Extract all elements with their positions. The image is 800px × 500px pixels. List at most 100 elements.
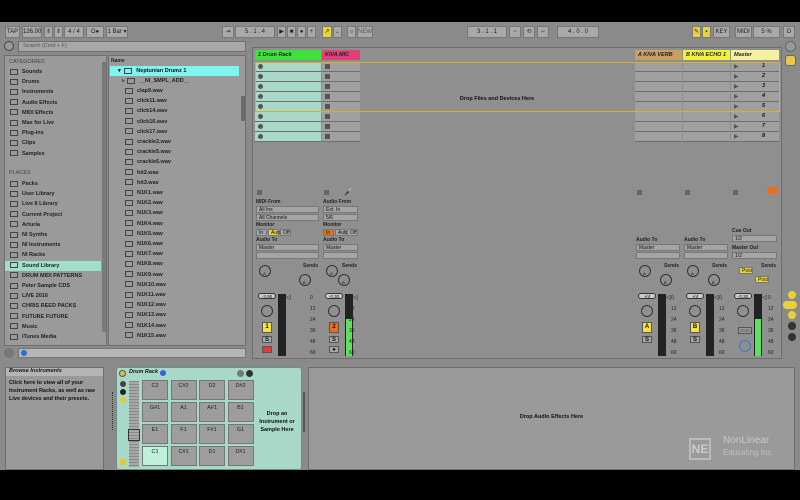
volume-fader-handle[interactable]: ◁ bbox=[666, 294, 671, 301]
monitor-auto-button[interactable]: Auto bbox=[268, 229, 281, 236]
drum-pad-a1[interactable]: A1 bbox=[170, 402, 197, 422]
file-item[interactable]: N1K8.wav bbox=[109, 259, 163, 269]
drum-pad-gsharp1[interactable]: G#1 bbox=[142, 402, 168, 422]
send-b-knob[interactable]: B bbox=[708, 274, 720, 286]
track-activator-button[interactable]: 2 bbox=[329, 322, 339, 333]
stop-clip-icon[interactable] bbox=[324, 190, 329, 195]
file-item[interactable]: N1K4.wav bbox=[109, 219, 163, 229]
track-header-kiva-mic[interactable]: KIVA MIC bbox=[322, 50, 360, 60]
pan-knob[interactable] bbox=[689, 305, 701, 317]
file-item[interactable]: clap9.wav bbox=[109, 86, 163, 96]
arrangement-position[interactable]: 5 . 1 . 4 bbox=[235, 26, 275, 38]
file-item[interactable]: N1K15.wav bbox=[109, 331, 166, 341]
sends-toggle-icon[interactable] bbox=[783, 301, 797, 309]
send-b-knob[interactable]: B bbox=[660, 274, 672, 286]
place-live-2016[interactable]: LIVE 2016 bbox=[5, 291, 101, 301]
clip-slot[interactable] bbox=[683, 102, 730, 112]
preview-icon[interactable] bbox=[21, 350, 27, 356]
scene-launch[interactable]: ▶ 4 bbox=[731, 92, 779, 102]
arm-button[interactable]: ● bbox=[329, 346, 339, 353]
nudge-down-button[interactable]: ǁ bbox=[44, 26, 53, 38]
file-item[interactable]: crackle5.wav bbox=[109, 147, 171, 157]
track-header-1-drum-rack[interactable]: 1 Drum Rack bbox=[255, 50, 321, 60]
device-save-icon[interactable] bbox=[246, 370, 253, 377]
solo-button[interactable]: S bbox=[690, 336, 700, 343]
session-record-icon[interactable]: ○ bbox=[347, 26, 356, 38]
solo-button[interactable]: S bbox=[262, 336, 272, 343]
loop-icon[interactable]: ⟲ bbox=[523, 26, 535, 38]
clip-slot[interactable] bbox=[322, 112, 360, 122]
file-item[interactable]: N1K3.wav bbox=[109, 208, 163, 218]
audio-to-dropdown[interactable]: Master bbox=[256, 244, 319, 251]
monitor-in-button[interactable]: In bbox=[323, 229, 334, 236]
stop-clip-icon[interactable] bbox=[637, 190, 642, 195]
key-map-button[interactable]: KEY bbox=[713, 26, 730, 38]
file-item[interactable]: click17.wav bbox=[109, 127, 167, 137]
volume-display[interactable]: -inf bbox=[686, 293, 704, 299]
audio-to-channel-dropdown[interactable] bbox=[636, 252, 680, 259]
pad-overview[interactable] bbox=[129, 381, 139, 467]
clip-slot[interactable] bbox=[322, 82, 360, 92]
auto-select-icon[interactable] bbox=[120, 459, 126, 465]
clip-slot[interactable] bbox=[255, 92, 321, 102]
stop-all-clips-icon[interactable] bbox=[733, 190, 738, 195]
track-header-b-kiva-echo-1[interactable]: B KIVA ECHO 1 bbox=[683, 50, 730, 60]
category-plug-ins[interactable]: Plug-ins bbox=[5, 128, 101, 138]
solo-button[interactable]: S bbox=[329, 336, 339, 343]
clip-slot[interactable] bbox=[683, 62, 730, 72]
track-activator-button[interactable]: A bbox=[642, 322, 652, 333]
clip-slot[interactable] bbox=[683, 132, 730, 142]
quantize-dropdown[interactable]: 1 Bar ▾ bbox=[106, 26, 128, 38]
send-b-knob[interactable]: B bbox=[299, 274, 311, 286]
audio-effects-drop-area[interactable]: Drop Audio Effects Here bbox=[308, 367, 795, 470]
pan-knob[interactable] bbox=[328, 305, 340, 317]
name-column-header[interactable]: Name bbox=[111, 58, 125, 64]
device-chain-icon[interactable] bbox=[237, 370, 244, 377]
category-drums[interactable]: Drums bbox=[5, 77, 101, 87]
drum-pad-csharp1[interactable]: C#1 bbox=[170, 446, 197, 466]
clip-slot[interactable] bbox=[255, 112, 321, 122]
file-list-scrollbar[interactable] bbox=[241, 96, 245, 121]
send-a-knob[interactable]: A bbox=[687, 265, 699, 277]
audio-to-channel-dropdown[interactable] bbox=[256, 252, 319, 259]
time-signature-field[interactable]: 4 / 4 bbox=[64, 26, 84, 38]
arm-button[interactable] bbox=[262, 346, 272, 353]
file-item[interactable]: hit2.wav bbox=[109, 168, 159, 178]
monitor-in-button[interactable]: In bbox=[256, 229, 267, 236]
category-instruments[interactable]: Instruments bbox=[5, 87, 101, 97]
punch-out-icon[interactable]: ⌐ bbox=[537, 26, 549, 38]
input-channel-dropdown[interactable]: All Channels bbox=[256, 214, 319, 221]
loop-length-field[interactable]: 4 . 0 . 0 bbox=[557, 26, 599, 38]
clip-slot[interactable] bbox=[322, 132, 360, 142]
place-future-future[interactable]: FUTURE FUTURE bbox=[5, 312, 101, 322]
drop-files-area[interactable]: Drop Files and Devices Here bbox=[361, 62, 633, 212]
place-drum-midi-patterns[interactable]: DRUM MIDI PATTERNS bbox=[5, 271, 101, 281]
input-type-dropdown[interactable]: Ext. In bbox=[323, 206, 358, 213]
pan-knob[interactable] bbox=[641, 305, 653, 317]
file-item[interactable]: N1K12.wav bbox=[109, 300, 166, 310]
clip-slot[interactable] bbox=[322, 62, 360, 72]
category-audio-effects[interactable]: Audio Effects bbox=[5, 98, 101, 108]
send-a-knob[interactable]: A bbox=[259, 265, 271, 277]
nudge-up-button[interactable]: ǁ bbox=[54, 26, 63, 38]
master-out-dropdown[interactable]: 1/2 bbox=[732, 252, 777, 259]
drop-instrument-area[interactable]: Drop an Instrument or Sample Here bbox=[257, 380, 297, 468]
device-scrollbar[interactable] bbox=[303, 392, 305, 432]
clip-slot[interactable] bbox=[683, 92, 730, 102]
tap-button[interactable]: TAP bbox=[5, 26, 20, 38]
clip-slot[interactable] bbox=[683, 82, 730, 92]
new-button[interactable]: NEW bbox=[357, 26, 373, 38]
clip-slot[interactable] bbox=[255, 122, 321, 132]
browser-toggle-icon[interactable] bbox=[4, 41, 14, 51]
punch-in-icon[interactable]: ~ bbox=[509, 26, 521, 38]
master-solo-button[interactable]: Solo bbox=[738, 327, 752, 334]
drum-pad-dsharp2[interactable]: D#2 bbox=[227, 380, 254, 400]
io-toggle-icon[interactable] bbox=[788, 291, 796, 299]
monitor-auto-button[interactable]: Auto bbox=[335, 229, 348, 236]
hot-swap-icon[interactable] bbox=[4, 348, 14, 358]
file-item[interactable]: crackle6.wav bbox=[109, 157, 171, 167]
stop-icon[interactable]: ■ bbox=[287, 26, 296, 38]
file-item[interactable]: N1K1.wav bbox=[109, 188, 163, 198]
drum-pad-e1[interactable]: E1 bbox=[142, 424, 168, 444]
scene-launch[interactable]: ▶ 2 bbox=[731, 72, 779, 82]
